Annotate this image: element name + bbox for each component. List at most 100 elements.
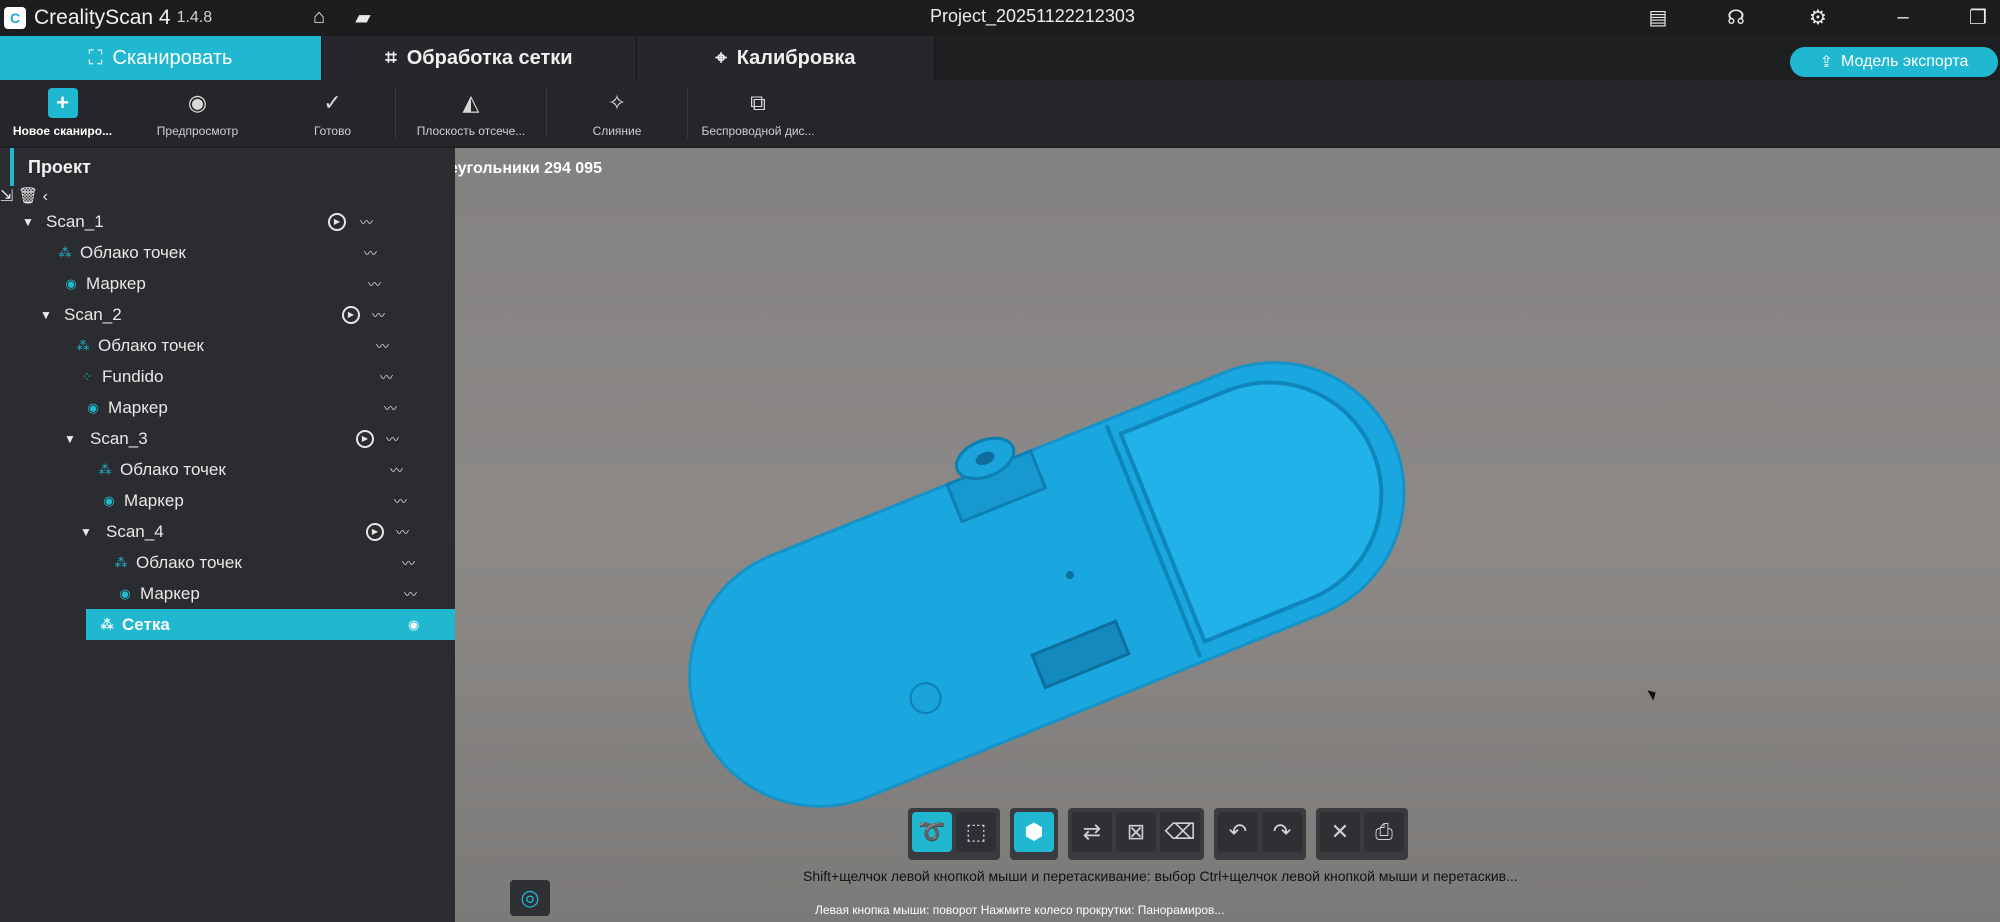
restore-icon[interactable]: ❐ bbox=[1965, 4, 1991, 30]
hidden-eye-icon[interactable]: 〰 bbox=[390, 460, 403, 479]
notes-icon[interactable]: ▤ bbox=[1645, 4, 1671, 30]
tree-item-point-cloud[interactable]: ⁂ Облако точек 〰 bbox=[0, 547, 455, 578]
scan-icon: ⛶ bbox=[88, 46, 103, 69]
point-cloud-icon: ⁂ bbox=[76, 337, 90, 353]
export-model-label: Модель экспорта bbox=[1841, 53, 1969, 70]
chevron-down-icon[interactable]: ▼ bbox=[22, 215, 36, 229]
tree-item-label: Scan_2 bbox=[64, 304, 122, 324]
app-window: C CrealityScan 4 1.4.8 ⌂ ▰ Project_20251… bbox=[0, 0, 2000, 922]
hidden-eye-icon[interactable]: 〰 bbox=[384, 398, 397, 417]
tree-item-scan-1[interactable]: ▼ Scan_1 ▶ 〰 bbox=[0, 206, 455, 237]
preview-label: Предпросмотр bbox=[156, 124, 239, 138]
play-icon[interactable]: ▶ bbox=[366, 522, 384, 541]
eraser-plane-icon: ◭ bbox=[462, 90, 480, 115]
tree-item-scan-3[interactable]: ▼ Scan_3 ▶ 〰 bbox=[0, 423, 455, 454]
app-name: CrealityScan 4 bbox=[34, 6, 171, 29]
view-eye-icon[interactable]: ◎ bbox=[510, 880, 550, 916]
import-icon[interactable]: ⇲ bbox=[0, 188, 13, 205]
tree-item-marker[interactable]: ◉ Маркер 〰 bbox=[0, 392, 455, 423]
marker-icon: ◉ bbox=[65, 275, 77, 291]
tree-item-marker[interactable]: ◉ Маркер 〰 bbox=[0, 268, 455, 299]
hidden-eye-icon[interactable]: 〰 bbox=[386, 429, 399, 448]
tree-item-fundido[interactable]: ⁘ Fundido 〰 bbox=[0, 361, 455, 392]
commit-group: ✕ ⎙ bbox=[1316, 808, 1408, 860]
folder-icon[interactable]: ▰ bbox=[350, 4, 376, 30]
fused-icon: ⁘ bbox=[81, 368, 93, 384]
collapse-panel-icon[interactable]: ‹ bbox=[43, 188, 48, 205]
tree-item-scan-2[interactable]: ▼ Scan_2 ▶ 〰 bbox=[0, 299, 455, 330]
title-bar: C CrealityScan 4 1.4.8 ⌂ ▰ Project_20251… bbox=[0, 0, 2000, 36]
mesh-model-shape bbox=[688, 361, 1406, 808]
hidden-eye-icon[interactable]: 〰 bbox=[402, 553, 415, 572]
invert-selection-icon[interactable]: ⇄ bbox=[1072, 812, 1112, 852]
tab-mesh-processing-label: Обработка сетки bbox=[406, 46, 573, 69]
redo-icon[interactable]: ↷ bbox=[1262, 812, 1302, 852]
tree-item-point-cloud[interactable]: ⁂ Облако точек 〰 bbox=[0, 237, 455, 268]
checkmark-icon: ✓ bbox=[323, 90, 342, 115]
new-scan-icon: + bbox=[47, 88, 78, 118]
tree-item-scan-4[interactable]: ▼ Scan_4 ▶ 〰 bbox=[0, 516, 455, 547]
hidden-eye-icon[interactable]: 〰 bbox=[380, 367, 393, 386]
deselect-icon[interactable]: ⊠ bbox=[1116, 812, 1156, 852]
minimize-icon[interactable]: – bbox=[1890, 4, 1916, 30]
done-button[interactable]: ✓ Готово bbox=[270, 80, 395, 146]
hidden-eye-icon[interactable]: 〰 bbox=[404, 584, 417, 603]
tab-mesh-processing[interactable]: ⌗ Обработка сетки bbox=[322, 36, 637, 80]
visible-eye-icon[interactable]: ◉ bbox=[408, 617, 419, 633]
new-scan-label: Новое сканиро... bbox=[12, 124, 113, 138]
chevron-down-icon[interactable]: ▼ bbox=[64, 432, 78, 446]
wireless-display-button[interactable]: ⧉ Беспроводной дис... bbox=[688, 80, 828, 146]
new-scan-button[interactable]: + Новое сканиро... bbox=[0, 80, 125, 146]
rect-select-icon[interactable]: ⬚ bbox=[956, 812, 996, 852]
settings-gear-icon[interactable]: ⚙ bbox=[1805, 4, 1831, 30]
cube-select-group: ⬢ bbox=[1010, 808, 1058, 860]
lasso-select-icon[interactable]: ➰ bbox=[912, 812, 952, 852]
save-icon[interactable]: ⎙ bbox=[1364, 812, 1404, 852]
cancel-icon[interactable]: ✕ bbox=[1320, 812, 1360, 852]
clipping-plane-button[interactable]: ◭ Плоскость отсече... bbox=[396, 80, 546, 146]
home-icon[interactable]: ⌂ bbox=[306, 4, 332, 30]
mode-tabs: ⛶ Сканировать ⌗ Обработка сетки ⌖ Калибр… bbox=[0, 36, 935, 80]
selection-edit-group: ⇄ ⊠ ⌫ bbox=[1068, 808, 1204, 860]
history-group: ↶ ↷ bbox=[1214, 808, 1306, 860]
play-icon[interactable]: ▶ bbox=[328, 212, 346, 231]
hidden-eye-icon[interactable]: 〰 bbox=[372, 305, 385, 324]
tree-item-point-cloud[interactable]: ⁂ Облако точек 〰 bbox=[0, 454, 455, 485]
hidden-eye-icon[interactable]: 〰 bbox=[364, 243, 377, 262]
tree-item-marker[interactable]: ◉ Маркер 〰 bbox=[0, 578, 455, 609]
project-panel-title: Проект bbox=[28, 156, 91, 177]
chevron-down-icon[interactable]: ▼ bbox=[80, 525, 94, 539]
chevron-down-icon[interactable]: ▼ bbox=[40, 308, 54, 322]
point-cloud-icon: ⁂ bbox=[58, 244, 72, 260]
preview-button[interactable]: ◉ Предпросмотр bbox=[125, 80, 270, 146]
headset-icon[interactable]: ☊ bbox=[1723, 4, 1749, 30]
3d-viewport[interactable]: Треугольники 294 095 ➰ ⬚ ⬢ ⇄ ⊠ ⌫ ↶ ↷ ✕ ⎙ bbox=[455, 148, 2000, 922]
hidden-eye-icon[interactable]: 〰 bbox=[396, 522, 409, 541]
delete-selection-icon[interactable]: ⌫ bbox=[1160, 812, 1200, 852]
play-icon[interactable]: ▶ bbox=[342, 305, 360, 324]
project-title: Project_20251122212303 bbox=[930, 6, 1135, 26]
export-model-button[interactable]: ⇪ Модель экспорта bbox=[1790, 47, 1998, 77]
tab-scan[interactable]: ⛶ Сканировать bbox=[0, 36, 322, 80]
hidden-eye-icon[interactable]: 〰 bbox=[394, 491, 407, 510]
wireless-display-icon: ⧉ bbox=[750, 90, 766, 115]
select-mode-group: ➰ ⬚ bbox=[908, 808, 1000, 860]
undo-icon[interactable]: ↶ bbox=[1218, 812, 1258, 852]
hidden-eye-icon[interactable]: 〰 bbox=[376, 336, 389, 355]
scanned-model bbox=[688, 361, 1406, 808]
cube-select-icon[interactable]: ⬢ bbox=[1014, 812, 1054, 852]
hidden-eye-icon[interactable]: 〰 bbox=[360, 212, 373, 231]
merge-button[interactable]: ✧ Слияние bbox=[547, 80, 687, 146]
hidden-eye-icon[interactable]: 〰 bbox=[368, 274, 381, 293]
tree-item-point-cloud[interactable]: ⁂ Облако точек 〰 bbox=[0, 330, 455, 361]
triangle-count: Треугольники 294 095 bbox=[455, 160, 602, 177]
project-tree: ▼ Scan_1 ▶ 〰 ⁂ Облако точек 〰 ◉ Маркер 〰… bbox=[0, 206, 455, 640]
play-icon[interactable]: ▶ bbox=[356, 429, 374, 448]
trash-icon[interactable]: 🗑 bbox=[18, 188, 38, 205]
tree-item-label: Облако точек bbox=[120, 459, 226, 479]
tree-item-marker[interactable]: ◉ Маркер 〰 bbox=[0, 485, 455, 516]
tab-calibration[interactable]: ⌖ Калибровка bbox=[637, 36, 935, 80]
tree-item-mesh[interactable]: ⁂ Сетка ◉ bbox=[86, 609, 455, 640]
app-version: 1.4.8 bbox=[176, 9, 213, 26]
merge-label: Слияние bbox=[592, 124, 642, 138]
